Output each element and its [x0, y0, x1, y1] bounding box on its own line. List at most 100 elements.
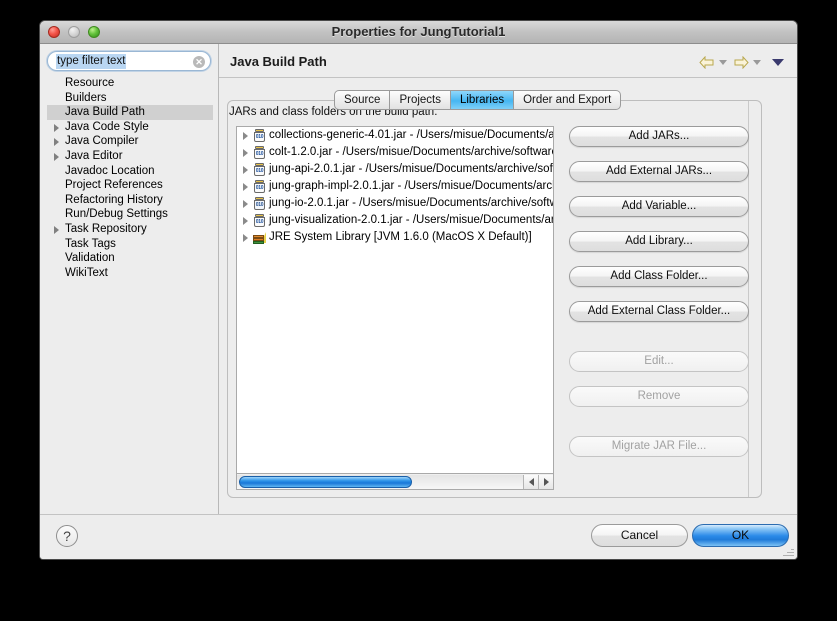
migrate-jar-file-button: Migrate JAR File... — [569, 436, 749, 457]
add-variable-button[interactable]: Add Variable... — [569, 196, 749, 217]
libraries-action-buttons: Add JARs... Add External JARs... Add Varia… — [569, 126, 749, 471]
header-divider — [219, 77, 797, 78]
sidebar-item-label: Project References — [65, 179, 163, 192]
table-row[interactable]: JRE System Library [JVM 1.6.0 (MacOS X D… — [237, 229, 553, 246]
tab-order-and-export[interactable]: Order and Export — [514, 90, 622, 110]
expand-triangle-icon[interactable] — [243, 166, 248, 174]
scrollbar-thumb[interactable] — [239, 475, 412, 488]
filter-field[interactable]: type filter text ✕ — [47, 51, 211, 71]
page-title: Java Build Path — [230, 54, 327, 69]
back-history-chevron-down-icon[interactable] — [719, 60, 727, 65]
ok-button[interactable]: OK — [692, 524, 789, 547]
sidebar-item-javadoc-location[interactable]: Javadoc Location — [47, 164, 213, 179]
table-row[interactable]: 010 colt-1.2.0.jar - /Users/misue/Documen… — [237, 144, 553, 161]
library-entry-label: JRE System Library [JVM 1.6.0 (MacOS X D… — [269, 231, 532, 243]
settings-tree: Resource Builders Java Build Path Java Code… — [45, 76, 213, 280]
expand-triangle-icon[interactable] — [54, 138, 59, 147]
table-row[interactable]: 010 jung-io-2.0.1.jar - /Users/misue/Docu… — [237, 195, 553, 212]
build-path-tabs: Source Projects Libraries Order and Export — [334, 90, 622, 110]
sidebar-item-java-build-path[interactable]: Java Build Path — [47, 105, 213, 120]
button-group-spacer — [569, 421, 749, 436]
help-button[interactable]: ? — [56, 525, 78, 547]
library-entry-label: jung-visualization-2.0.1.jar - /Users/mi… — [269, 214, 553, 226]
properties-dialog-window: Properties for JungTutorial1 type filter… — [39, 20, 798, 560]
library-entry-label: jung-graph-impl-2.0.1.jar - /Users/misue… — [269, 180, 553, 192]
sidebar-item-validation[interactable]: Validation — [47, 251, 213, 266]
sidebar-item-java-editor[interactable]: Java Editor — [47, 149, 213, 164]
clear-icon[interactable]: ✕ — [193, 56, 205, 68]
settings-page: Java Build Path Source Projects Libraries O… — [219, 44, 797, 514]
sidebar-item-resource[interactable]: Resource — [47, 76, 213, 91]
page-navigation — [699, 56, 787, 69]
library-entry-label: jung-io-2.0.1.jar - /Users/misue/Documen… — [269, 197, 553, 209]
cancel-button[interactable]: Cancel — [591, 524, 688, 547]
jar-icon: 010 — [253, 180, 267, 194]
window-titlebar[interactable]: Properties for JungTutorial1 — [40, 21, 797, 44]
sidebar-item-run-debug-settings[interactable]: Run/Debug Settings — [47, 207, 213, 222]
table-row[interactable]: 010 collections-generic-4.01.jar - /Users… — [237, 127, 553, 144]
sidebar-item-label: Task Tags — [65, 237, 116, 250]
scroll-right-icon[interactable] — [538, 474, 553, 489]
add-class-folder-button[interactable]: Add Class Folder... — [569, 266, 749, 287]
add-jars-button[interactable]: Add JARs... — [569, 126, 749, 147]
expand-triangle-icon[interactable] — [243, 200, 248, 208]
table-row[interactable]: 010 jung-visualization-2.0.1.jar - /Users… — [237, 212, 553, 229]
sidebar-item-label: Run/Debug Settings — [65, 208, 168, 221]
filter-input-text[interactable]: type filter text — [56, 54, 127, 69]
library-entry-label: jung-api-2.0.1.jar - /Users/misue/Docume… — [269, 163, 553, 175]
library-entry-label: collections-generic-4.01.jar - /Users/mi… — [269, 129, 553, 141]
page-menu-chevron-down-icon[interactable] — [772, 59, 784, 66]
back-arrow-icon[interactable] — [699, 56, 715, 69]
libraries-list[interactable]: 010 collections-generic-4.01.jar - /Users… — [236, 126, 554, 474]
forward-arrow-icon[interactable] — [733, 56, 749, 69]
sidebar-item-wikitext[interactable]: WikiText — [47, 266, 213, 281]
expand-triangle-icon[interactable] — [243, 234, 248, 242]
tab-libraries[interactable]: Libraries — [450, 90, 515, 110]
expand-triangle-icon[interactable] — [243, 183, 248, 191]
sidebar-item-label: Refactoring History — [65, 193, 163, 206]
jre-library-icon — [253, 231, 267, 245]
sidebar-item-builders[interactable]: Builders — [47, 91, 213, 106]
tab-source[interactable]: Source — [334, 90, 391, 110]
expand-triangle-icon[interactable] — [54, 152, 59, 161]
jar-source-icon: 010 — [253, 197, 267, 211]
sidebar-item-label: WikiText — [65, 266, 108, 279]
window-title: Properties for JungTutorial1 — [331, 24, 506, 39]
table-row[interactable]: 010 jung-graph-impl-2.0.1.jar - /Users/mi… — [237, 178, 553, 195]
expand-triangle-icon[interactable] — [243, 132, 248, 140]
sidebar-item-java-compiler[interactable]: Java Compiler — [47, 134, 213, 149]
remove-button: Remove — [569, 386, 749, 407]
add-external-class-folder-button[interactable]: Add External Class Folder... — [569, 301, 749, 322]
sidebar-item-label: Task Repository — [65, 222, 147, 235]
edit-button: Edit... — [569, 351, 749, 372]
sidebar-item-task-repository[interactable]: Task Repository — [47, 222, 213, 237]
tab-projects[interactable]: Projects — [390, 90, 451, 110]
expand-triangle-icon[interactable] — [243, 149, 248, 157]
sidebar-item-label: Java Code Style — [65, 120, 149, 133]
library-entry-label: colt-1.2.0.jar - /Users/misue/Documents/… — [269, 146, 553, 158]
sidebar-item-label: Java Editor — [65, 149, 123, 162]
sidebar-item-java-code-style[interactable]: Java Code Style — [47, 120, 213, 135]
sidebar-item-label: Builders — [65, 91, 107, 104]
expand-triangle-icon[interactable] — [54, 123, 59, 132]
sidebar-item-label: Validation — [65, 252, 115, 265]
expand-triangle-icon[interactable] — [54, 225, 59, 234]
sidebar-item-project-references[interactable]: Project References — [47, 178, 213, 193]
scroll-left-icon[interactable] — [523, 474, 538, 489]
desktop-backdrop: Properties for JungTutorial1 type filter… — [0, 0, 837, 621]
jar-icon: 010 — [253, 214, 267, 228]
sidebar-item-refactoring-history[interactable]: Refactoring History — [47, 193, 213, 208]
sidebar-item-label: Java Build Path — [65, 106, 145, 119]
table-row[interactable]: 010 jung-api-2.0.1.jar - /Users/misue/Doc… — [237, 161, 553, 178]
add-external-jars-button[interactable]: Add External JARs... — [569, 161, 749, 182]
sidebar-item-label: Resource — [65, 77, 115, 89]
libraries-horizontal-scrollbar[interactable] — [236, 474, 554, 490]
sidebar-item-task-tags[interactable]: Task Tags — [47, 237, 213, 252]
expand-triangle-icon[interactable] — [243, 217, 248, 225]
forward-history-chevron-down-icon[interactable] — [753, 60, 761, 65]
add-library-button[interactable]: Add Library... — [569, 231, 749, 252]
resize-grip-icon[interactable] — [781, 544, 794, 557]
scrollbar-track[interactable] — [237, 474, 523, 489]
jar-icon: 010 — [253, 129, 267, 143]
jar-icon: 010 — [253, 163, 267, 177]
